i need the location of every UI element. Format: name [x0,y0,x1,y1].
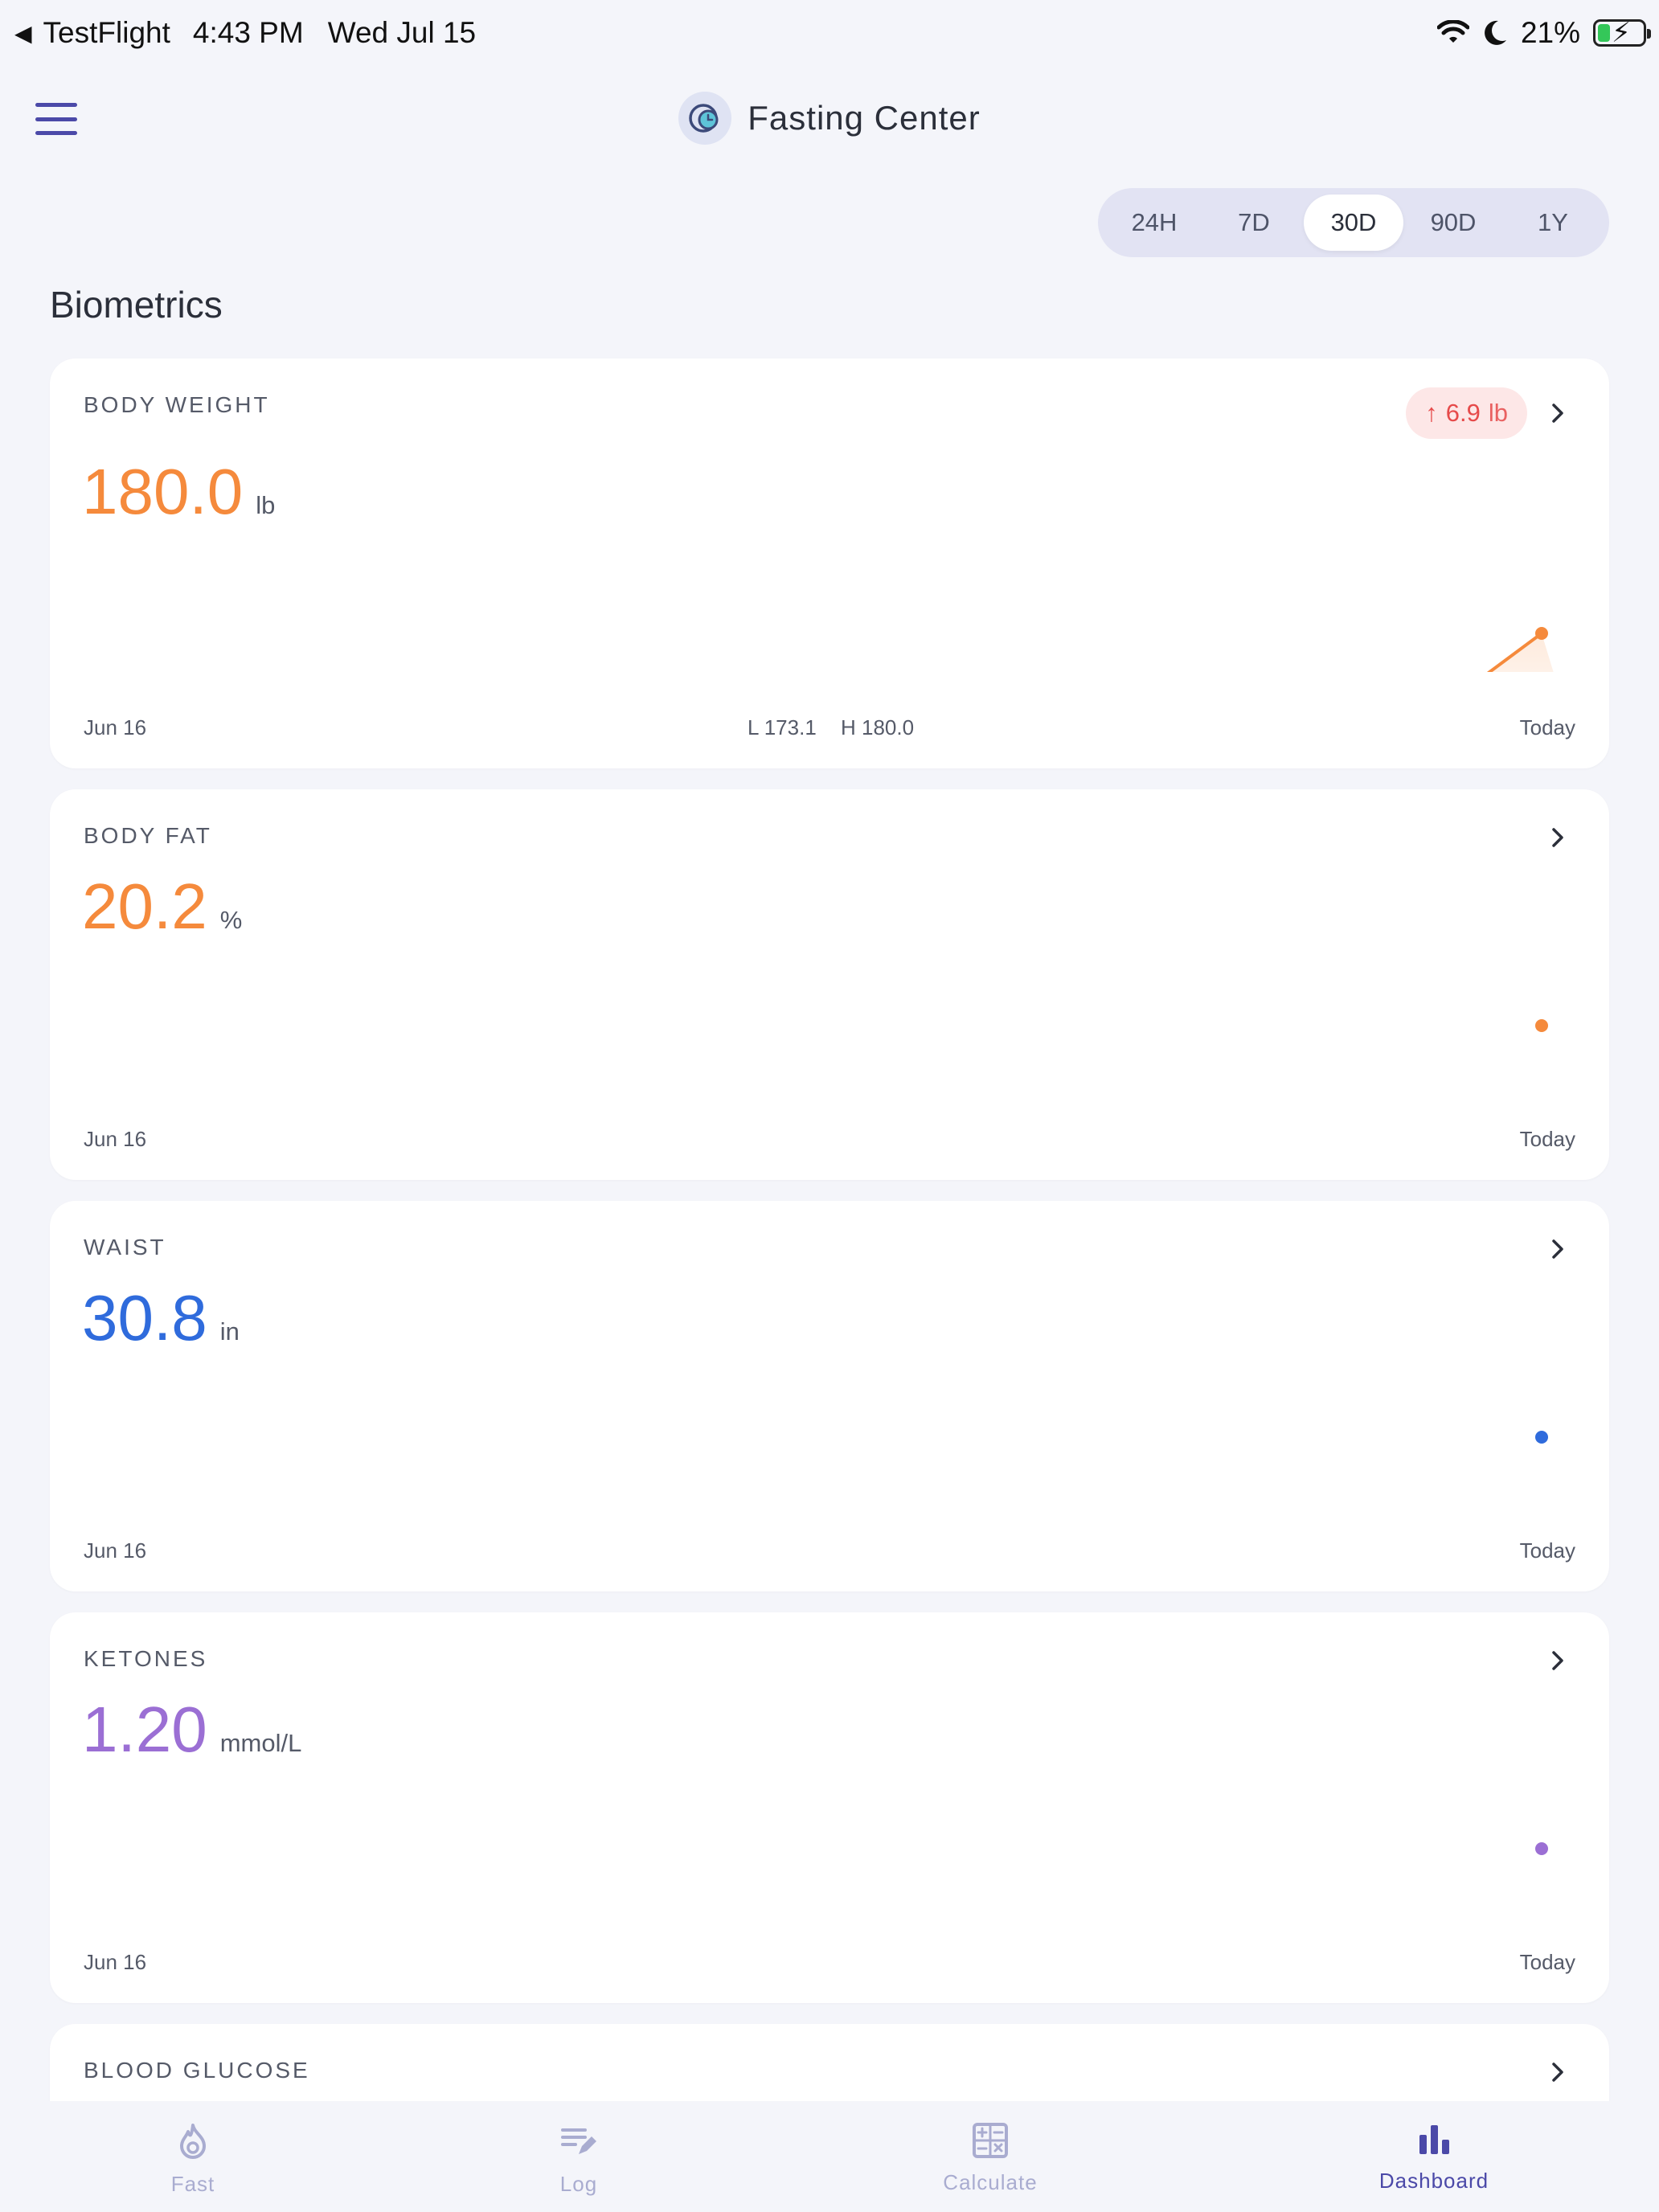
tab-label: Log [559,2172,598,2196]
tab-dashboard[interactable]: Dashboard [1337,2122,1530,2194]
bottom-tab-bar: Fast Log Calculate Dashboard [0,2101,1659,2212]
range-option-24h[interactable]: 24H [1104,195,1204,251]
card-label: BODY FAT [84,823,212,848]
back-arrow-icon[interactable]: ◀ [14,20,32,47]
ketones-value-row: 1.20 mmol/L [82,1698,301,1762]
low-value: L 173.1 [748,715,817,739]
chevron-right-icon[interactable] [1546,1645,1569,1677]
battery-percent: 21% [1520,16,1580,49]
time-range-selector: 24H 7D 30D 90D 1Y [1098,188,1609,257]
app-header: Fasting Center [0,80,1659,158]
range-start-label: Jun 16 [84,1950,147,1974]
tab-label: Fast [170,2172,215,2196]
waist-unit: in [219,1317,240,1346]
waist-value-row: 30.8 in [82,1286,240,1350]
tab-calculate[interactable]: Calculate [894,2122,1087,2195]
card-label: BODY WEIGHT [84,392,270,417]
waist-value: 30.8 [82,1282,207,1354]
range-option-90d[interactable]: 90D [1403,195,1503,251]
app-title: Fasting Center [748,99,981,137]
arrow-up-icon: ↑ [1425,399,1438,427]
body-weight-card[interactable]: BODY WEIGHT ↑ 6.9 lb 180.0 lb Jun 16 L 1… [50,358,1609,768]
status-bar: ◀ TestFlight 4:43 PM Wed Jul 15 21% ⚡ [0,0,1659,66]
range-option-7d[interactable]: 7D [1204,195,1304,251]
bar-chart-icon [1419,2125,1449,2154]
tab-log[interactable]: Log [482,2122,675,2197]
weight-chart [1486,627,1554,672]
chevron-right-icon[interactable] [1546,1233,1569,1265]
ketones-card[interactable]: KETONES 1.20 mmol/L Jun 16 Today [50,1612,1609,2003]
waist-chart [1535,1431,1548,1444]
moon-icon [1485,20,1506,45]
battery-icon: ⚡ [1593,18,1651,48]
waist-card[interactable]: WAIST 30.8 in Jun 16 Today [50,1201,1609,1591]
range-option-1y[interactable]: 1Y [1503,195,1603,251]
status-time: 4:43 PM [192,16,304,49]
wifi-icon [1436,20,1469,43]
weight-value-row: 180.0 lb [82,460,275,524]
fat-point [1535,1019,1548,1032]
tab-label: Dashboard [1378,2169,1489,2193]
ketones-point [1535,1842,1548,1855]
body-fat-card[interactable]: BODY FAT 20.2 % Jun 16 Today [50,789,1609,1180]
tab-label: Calculate [943,2170,1038,2194]
fat-value-row: 20.2 % [82,875,242,939]
chevron-right-icon[interactable] [1546,2056,1569,2088]
status-date: Wed Jul 15 [327,16,477,49]
fat-unit: % [219,906,243,934]
app-brand: Fasting Center [0,92,1659,145]
waist-point [1535,1431,1548,1444]
ketones-value: 1.20 [82,1694,207,1765]
ketones-chart [1535,1842,1548,1855]
fat-value: 20.2 [82,870,207,942]
change-unit: lb [1488,399,1508,427]
change-value: 6.9 [1445,399,1481,427]
back-app-label[interactable]: TestFlight [43,16,170,50]
card-label: KETONES [84,1646,208,1671]
range-start-label: Jun 16 [84,715,147,739]
card-label: BLOOD GLUCOSE [84,2058,310,2083]
range-end-label: Today [1519,715,1575,739]
flame-icon [180,2124,206,2159]
range-start-label: Jun 16 [84,1538,147,1563]
app-logo-icon [678,92,732,145]
weight-point-end [1535,627,1548,640]
fat-chart [1535,1019,1548,1032]
high-value: H 180.0 [841,715,915,739]
range-end-label: Today [1519,1127,1575,1151]
chevron-right-icon[interactable] [1546,821,1569,854]
range-end-label: Today [1519,1950,1575,1974]
ketones-unit: mmol/L [219,1729,302,1757]
chevron-right-icon[interactable] [1546,397,1569,429]
section-title: Biometrics [50,284,223,326]
weight-unit: lb [256,491,276,519]
change-badge: ↑ 6.9 lb [1406,387,1527,439]
weight-area [1489,633,1554,672]
tab-fast[interactable]: Fast [96,2122,289,2197]
card-label: WAIST [84,1235,166,1260]
edit-list-icon [561,2128,596,2154]
range-option-30d[interactable]: 30D [1304,195,1403,251]
weight-value: 180.0 [82,456,244,527]
range-start-label: Jun 16 [84,1127,147,1151]
range-end-label: Today [1519,1538,1575,1563]
calculator-icon [973,2123,1008,2158]
